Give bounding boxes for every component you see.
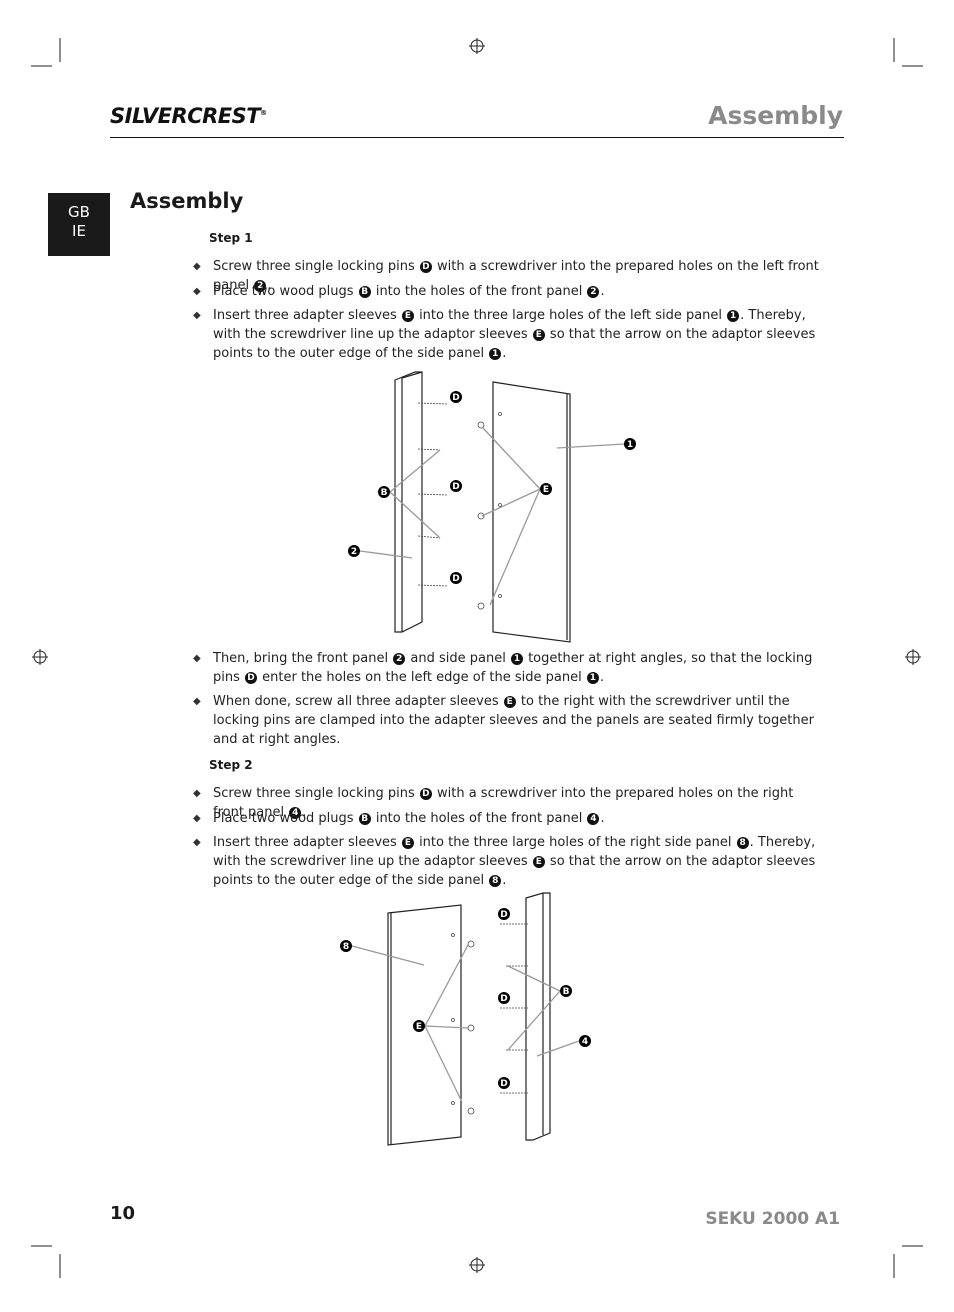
label-d: D <box>500 1079 507 1089</box>
model-name: SEKU 2000 A1 <box>705 1209 840 1229</box>
step2-diagram: D D D B 8 E 4 <box>340 892 591 1146</box>
page-number: 10 <box>110 1203 136 1224</box>
label-d: D <box>500 910 507 920</box>
label-b: B <box>563 987 570 997</box>
label-8: 8 <box>343 942 349 952</box>
manual-page: SilverCrest® Assembly GB IE Assembly Ste… <box>0 0 954 1312</box>
label-4: 4 <box>582 1037 588 1047</box>
label-d: D <box>500 994 507 1004</box>
label-e: E <box>416 1022 422 1032</box>
